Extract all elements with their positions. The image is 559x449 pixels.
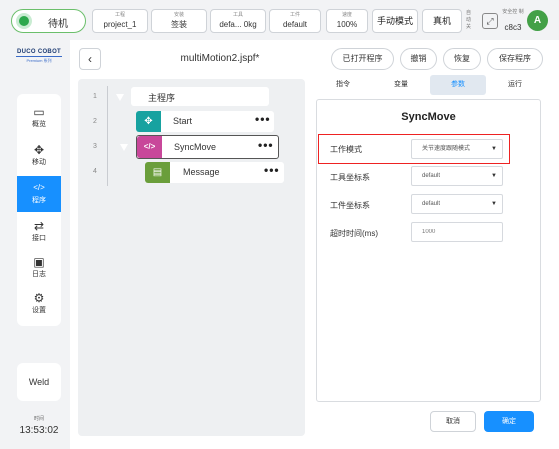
nav-item-overview[interactable]: ▭ 概览 <box>17 100 61 136</box>
row-number: 3 <box>93 143 97 150</box>
highlight-box <box>318 134 510 164</box>
auto-off-label: 自 动 关 <box>466 10 472 30</box>
file-title: multiMotion2.jspf* <box>180 53 260 64</box>
weld-button[interactable]: Weld <box>17 363 61 401</box>
tree-node-syncmove[interactable]: </> SyncMove ••• <box>136 135 279 159</box>
timeout-input[interactable] <box>411 222 503 242</box>
workpiece-label: 工件 <box>289 12 300 18</box>
more-icon[interactable]: ••• <box>258 138 274 152</box>
node-label: SyncMove <box>174 142 217 152</box>
more-icon[interactable]: ••• <box>264 163 280 177</box>
nav-item-program[interactable]: </> 程序 <box>17 176 61 212</box>
chevron-down-icon: ▼ <box>491 201 497 207</box>
work-frame-select[interactable]: default ▼ <box>411 194 503 214</box>
tree-divider <box>107 86 108 186</box>
nav-item-settings[interactable]: ⚙ 设置 <box>17 286 61 322</box>
properties-title: SyncMove <box>401 111 456 123</box>
status-text: 待机 <box>48 19 68 30</box>
grid-icon: ▤ <box>145 162 170 183</box>
status-dot-icon <box>16 13 32 29</box>
row-number: 4 <box>93 168 97 175</box>
nav-item-log[interactable]: ▣ 日志 <box>17 250 61 286</box>
row-number: 1 <box>93 93 97 100</box>
collapse-icon[interactable] <box>116 94 124 101</box>
confirm-button[interactable]: 确定 <box>484 411 534 432</box>
nav-item-interface[interactable]: ⇄ 接口 <box>17 214 61 250</box>
tool-frame-select[interactable]: default ▼ <box>411 166 503 186</box>
nav-label: 日志 <box>32 271 46 278</box>
back-button[interactable]: ‹ <box>79 48 101 70</box>
work-frame-label: 工件坐标系 <box>330 201 370 210</box>
tree-node-message[interactable]: ▤ Message ••• <box>145 162 284 183</box>
more-icon[interactable]: ••• <box>255 112 271 126</box>
install-label: 安装 <box>173 12 184 18</box>
gear-icon: ⚙ <box>33 291 45 305</box>
redo-button[interactable]: 恢复 <box>443 48 481 70</box>
clock: 13:53:02 <box>19 425 59 436</box>
code-icon: </> <box>33 183 45 192</box>
speed-selector[interactable]: 速度 100% <box>326 9 368 33</box>
panel-tabs: 指令 变量 参数 运行 <box>314 75 544 95</box>
timeout-label: 超时时间(ms) <box>330 229 378 238</box>
interface-icon: ⇄ <box>33 219 45 233</box>
nav-label: 概览 <box>32 121 46 128</box>
expand-icon[interactable]: ⤢ <box>482 13 498 29</box>
install-selector[interactable]: 安装 签装 <box>151 9 207 33</box>
tool-frame-label: 工具坐标系 <box>330 173 370 182</box>
real-robot-button[interactable]: 真机 <box>422 9 462 33</box>
tab-variables[interactable]: 变量 <box>372 75 430 95</box>
row-number: 2 <box>93 118 97 125</box>
nav-label: 设置 <box>32 307 46 314</box>
project-selector[interactable]: 工程 project_1 <box>92 9 148 33</box>
tree-node-main[interactable]: 主程序 <box>131 87 269 106</box>
project-value: project_1 <box>103 20 137 29</box>
time-label: 时间 <box>33 416 44 422</box>
code-icon: </> <box>137 136 162 158</box>
monitor-icon: ▭ <box>33 105 45 119</box>
manual-mode-button[interactable]: 手动模式 <box>372 9 418 33</box>
program-tree <box>78 79 305 436</box>
chevron-left-icon: ‹ <box>88 52 92 66</box>
nav-label: 接口 <box>32 235 46 242</box>
nav-label: 程序 <box>32 197 46 204</box>
node-label: Message <box>183 167 220 177</box>
collapse-icon[interactable] <box>120 144 128 151</box>
robot-status-indicator[interactable]: 待机 <box>11 9 86 33</box>
node-label: Start <box>173 116 193 126</box>
undo-button[interactable]: 撤销 <box>400 48 437 70</box>
safety-checksum: c8c3 <box>504 23 522 32</box>
node-label: 主程序 <box>148 93 176 103</box>
cancel-button[interactable]: 取消 <box>430 411 476 432</box>
workpiece-value: default <box>282 20 308 29</box>
save-program-button[interactable]: 保存程序 <box>487 48 543 70</box>
tab-command[interactable]: 指令 <box>314 75 372 95</box>
brand-logo: DUCO COBOT Premium 系列 <box>16 49 62 64</box>
safety-label: 安全控 制 <box>502 9 524 15</box>
tool-selector[interactable]: 工具 defa... 0kg <box>210 9 266 33</box>
nav-item-move[interactable]: ✥ 移动 <box>17 138 61 174</box>
nav-panel: ▭ 概览 ✥ 移动 </> 程序 ⇄ 接口 ▣ 日志 ⚙ 设置 <box>17 94 61 326</box>
work-frame-value: default <box>422 201 441 207</box>
tool-frame-value: default <box>422 173 441 179</box>
calendar-icon: ▣ <box>33 255 45 269</box>
opened-programs-button[interactable]: 已打开程序 <box>331 48 394 70</box>
move-icon: ✥ <box>33 143 45 157</box>
speed-value: 100% <box>336 20 358 29</box>
tab-run[interactable]: 运行 <box>486 75 544 95</box>
speed-label: 速度 <box>341 12 352 18</box>
logo-sub-text: Premium 系列 <box>16 56 62 64</box>
tool-value: defa... 0kg <box>219 20 257 29</box>
logo-main-text: DUCO COBOT <box>17 49 61 55</box>
user-avatar[interactable]: A <box>527 10 548 31</box>
chevron-down-icon: ▼ <box>491 173 497 179</box>
project-label: 工程 <box>114 12 125 18</box>
install-value: 签装 <box>171 20 187 29</box>
top-bar: 待机 工程 project_1 安装 签装 工具 defa... 0kg 工件 … <box>0 0 559 40</box>
tool-label: 工具 <box>232 12 243 18</box>
tab-parameters[interactable]: 参数 <box>430 75 486 95</box>
tree-node-start[interactable]: ✥ Start ••• <box>136 111 274 132</box>
workpiece-selector[interactable]: 工件 default <box>269 9 321 33</box>
move-icon: ✥ <box>136 111 161 132</box>
nav-label: 移动 <box>32 159 46 166</box>
